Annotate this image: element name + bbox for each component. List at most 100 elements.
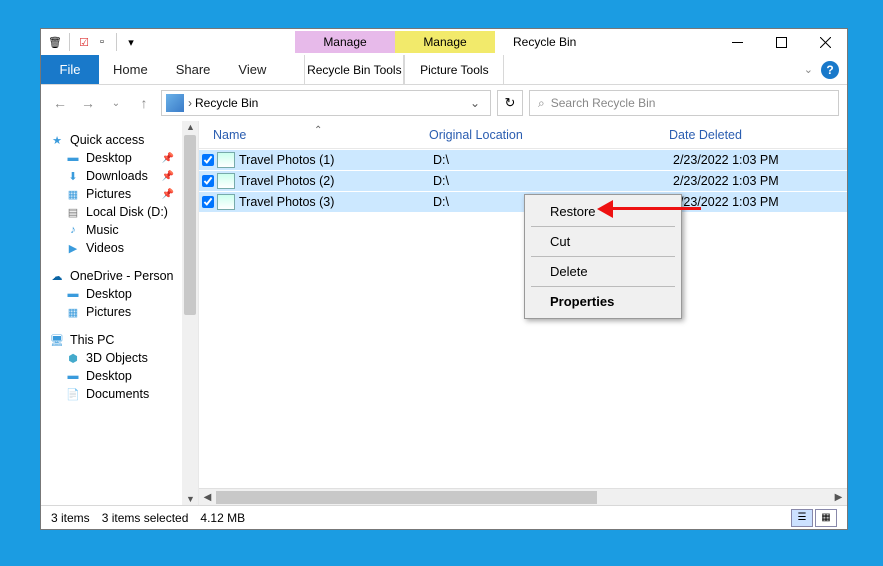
context-menu-cut[interactable]: Cut [528,229,678,254]
nav-forward-button[interactable]: → [77,92,99,114]
documents-icon: 📄 [65,387,81,401]
breadcrumb[interactable]: Recycle Bin [195,96,258,110]
properties-qa-icon[interactable]: ☑ [76,34,92,50]
sidebar-item-od-pictures[interactable]: ▦Pictures [41,303,198,321]
tab-home[interactable]: Home [99,55,162,84]
refresh-button[interactable]: ↻ [497,90,523,116]
sidebar-quick-access[interactable]: ★ Quick access [41,131,198,149]
location-icon [166,94,184,112]
image-file-icon [217,152,235,168]
file-row[interactable]: Travel Photos (3) D:\ 2/23/2022 1:03 PM [199,191,847,212]
nav-back-button[interactable]: ← [49,92,71,114]
file-row[interactable]: Travel Photos (2) D:\ 2/23/2022 1:03 PM [199,170,847,191]
sidebar-this-pc[interactable]: 🖥This PC [41,331,198,349]
sidebar-item-label: Documents [86,387,149,401]
view-thumbnails-button[interactable]: ▦ [815,509,837,527]
status-selected: 3 items selected [102,511,189,525]
scrollbar-track[interactable] [216,489,830,506]
sidebar-item-3dobjects[interactable]: ⬢ 3D Objects [41,349,198,367]
col-header-original-location[interactable]: Original Location [429,128,669,142]
address-row: ← → ⌄ ↑ › Recycle Bin ⌄ ↻ ⌕ Search Recyc… [41,85,847,121]
divider [116,33,117,51]
nav-recent-icon[interactable]: ⌄ [105,92,127,114]
disk-icon: ▤ [65,205,81,219]
help-icon[interactable]: ? [821,61,839,79]
scrollbar-thumb[interactable] [184,135,196,315]
minimize-icon [732,37,743,48]
col-header-date-deleted[interactable]: Date Deleted [669,128,847,142]
context-tab-headers: Manage Manage [295,31,495,53]
search-input[interactable]: ⌕ Search Recycle Bin [529,90,839,116]
scroll-down-icon[interactable]: ▼ [186,494,195,504]
sidebar-item-label: Desktop [86,369,132,383]
objects-icon: ⬢ [65,351,81,365]
scroll-right-icon[interactable]: ▶ [830,489,847,506]
pin-icon: 📌 [162,189,174,200]
sidebar-item-od-desktop[interactable]: ▬Desktop [41,285,198,303]
downloads-icon: ⬇ [65,169,81,183]
divider [69,33,70,51]
quick-access-toolbar: 🗑 ☑ ▫ ▾ [41,33,145,51]
sidebar-item-pictures[interactable]: ▦Pictures📌 [41,185,198,203]
scrollbar-thumb[interactable] [216,491,597,504]
sidebar-item-music[interactable]: ♪Music [41,221,198,239]
sidebar-item-pc-desktop[interactable]: ▬ Desktop [41,367,198,385]
context-menu-restore[interactable]: Restore [528,199,678,224]
window-controls [715,29,847,55]
tab-share[interactable]: Share [162,55,225,84]
sidebar-item-desktop[interactable]: ▬Desktop📌 [41,149,198,167]
sidebar-onedrive[interactable]: ☁ OneDrive - Person [41,267,198,285]
close-icon [820,37,831,48]
maximize-icon [776,37,787,48]
sidebar-item-label: Pictures [86,187,131,201]
horizontal-scrollbar[interactable]: ◀ ▶ [199,488,847,505]
ribbon-expand-icon[interactable]: ⌄ [804,63,813,76]
row-checkbox[interactable] [199,175,217,187]
pin-icon: 📌 [162,153,174,164]
context-menu-delete[interactable]: Delete [528,259,678,284]
cloud-icon: ☁ [49,269,65,283]
file-row[interactable]: Travel Photos (1) D:\ 2/23/2022 1:03 PM [199,149,847,170]
context-tab-picture[interactable]: Manage [395,31,495,53]
subtab-recycle-tools[interactable]: Recycle Bin Tools [304,55,404,84]
maximize-button[interactable] [759,29,803,55]
address-bar[interactable]: › Recycle Bin ⌄ [161,90,491,116]
scroll-left-icon[interactable]: ◀ [199,489,216,506]
content-pane: ⌃Name Original Location Date Deleted Tra… [199,121,847,505]
sidebar-item-localdisk[interactable]: ▤ Local Disk (D:) [41,203,198,221]
new-folder-qa-icon[interactable]: ▫ [94,34,110,50]
minimize-button[interactable] [715,29,759,55]
address-dropdown-icon[interactable]: ⌄ [464,96,486,110]
customize-qa-icon[interactable]: ▾ [123,34,139,50]
col-header-name[interactable]: ⌃Name [199,128,429,142]
view-toggles: ☰ ▦ [791,509,837,527]
view-details-button[interactable]: ☰ [791,509,813,527]
row-checkbox[interactable] [199,196,217,208]
subtab-picture-tools[interactable]: Picture Tools [404,55,504,84]
window-title: Recycle Bin [513,35,576,49]
chevron-right-icon: › [188,96,192,110]
file-name: Travel Photos (3) [239,195,433,209]
nav-up-button[interactable]: ↑ [133,92,155,114]
sidebar-item-label: Local Disk (D:) [86,205,168,219]
explorer-window: 🗑 ☑ ▫ ▾ Manage Manage Recycle Bin File H… [40,28,848,530]
image-file-icon [217,173,235,189]
context-tab-recycle[interactable]: Manage [295,31,395,53]
column-headers: ⌃Name Original Location Date Deleted [199,121,847,149]
row-checkbox[interactable] [199,154,217,166]
body-area: ★ Quick access ▬Desktop📌 ⬇Downloads📌 ▦Pi… [41,121,847,505]
ribbon: File Home Share View Recycle Bin Tools P… [41,55,847,85]
scroll-up-icon[interactable]: ▲ [186,122,195,132]
sidebar-item-videos[interactable]: ▶Videos [41,239,198,257]
sidebar-scrollbar[interactable]: ▲ ▼ [182,121,198,505]
sidebar-item-downloads[interactable]: ⬇Downloads📌 [41,167,198,185]
close-button[interactable] [803,29,847,55]
sidebar-item-label: 3D Objects [86,351,148,365]
menu-separator [531,286,675,287]
sidebar-item-documents[interactable]: 📄 Documents [41,385,198,403]
file-tab[interactable]: File [41,55,99,84]
desktop-icon: ▬ [65,369,81,383]
context-menu-properties[interactable]: Properties [528,289,678,314]
sidebar-item-label: OneDrive - Person [70,269,174,283]
tab-view[interactable]: View [224,55,280,84]
